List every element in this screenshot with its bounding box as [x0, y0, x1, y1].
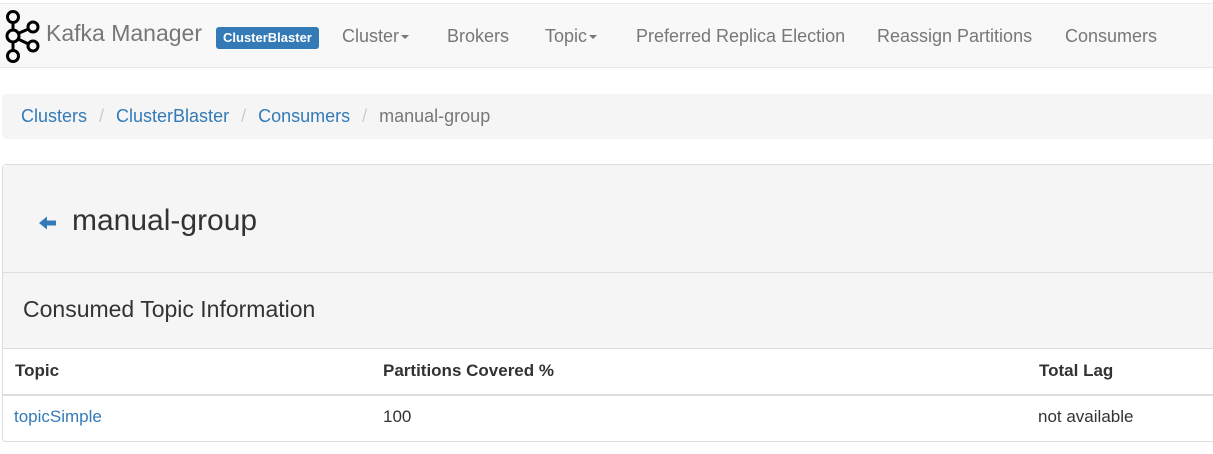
- cluster-badge: ClusterBlaster: [216, 27, 319, 49]
- page-title: manual-group: [72, 204, 258, 237]
- nav-topic-dropdown[interactable]: Topic: [545, 24, 598, 48]
- nav-cluster-label: Cluster: [342, 26, 400, 46]
- top-navbar: Kafka Manager ClusterBlaster Cluster Bro…: [0, 3, 1213, 68]
- nav-topic-label: Topic: [545, 26, 588, 46]
- nav-reassign-partitions-label: Reassign Partitions: [877, 26, 1033, 46]
- table-header-divider: [3, 394, 1213, 396]
- breadcrumb-separator: /: [99, 106, 105, 126]
- brand-name: Kafka Manager: [46, 19, 202, 46]
- consumer-group-panel: manual-group Consumed Topic Information …: [2, 164, 1213, 442]
- column-header-total-lag: Total Lag: [1039, 361, 1114, 380]
- brand[interactable]: Kafka Manager: [3, 6, 202, 66]
- partitions-covered-value: 100: [383, 407, 412, 426]
- nav-preferred-replica-election[interactable]: Preferred Replica Election: [636, 24, 845, 48]
- chevron-down-icon: [401, 35, 410, 40]
- nav-brokers-label: Brokers: [447, 26, 510, 46]
- breadcrumb-consumers[interactable]: Consumers: [258, 106, 350, 127]
- breadcrumb-cluster[interactable]: ClusterBlaster: [116, 106, 229, 127]
- section-title: Consumed Topic Information: [23, 296, 316, 322]
- breadcrumb: Clusters / ClusterBlaster / Consumers / …: [2, 94, 1213, 139]
- breadcrumb-clusters[interactable]: Clusters: [21, 106, 87, 127]
- chevron-down-icon: [589, 35, 598, 40]
- nav-reassign-partitions[interactable]: Reassign Partitions: [877, 24, 1032, 48]
- nav-brokers[interactable]: Brokers: [447, 24, 509, 48]
- arrow-left-icon[interactable]: [38, 213, 58, 233]
- breadcrumb-separator: /: [241, 106, 247, 126]
- breadcrumb-separator: /: [362, 106, 368, 126]
- kafka-logo-icon: [5, 10, 40, 63]
- total-lag-value: not available: [1038, 407, 1134, 426]
- nav-consumers-label: Consumers: [1065, 26, 1158, 46]
- column-header-topic: Topic: [15, 361, 60, 380]
- column-header-partitions-covered: Partitions Covered %: [383, 361, 554, 380]
- topic-link[interactable]: topicSimple: [14, 406, 102, 428]
- nav-preferred-replica-election-label: Preferred Replica Election: [636, 26, 846, 46]
- breadcrumb-current: manual-group: [379, 106, 491, 126]
- nav-consumers[interactable]: Consumers: [1065, 24, 1157, 48]
- nav-cluster-dropdown[interactable]: Cluster: [342, 24, 410, 48]
